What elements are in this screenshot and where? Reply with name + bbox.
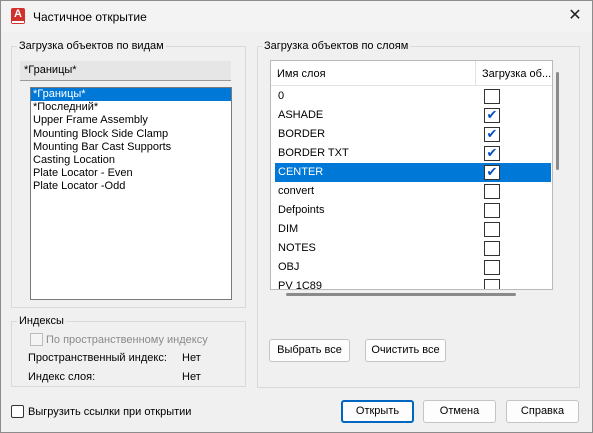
select-all-button[interactable]: Выбрать все xyxy=(269,339,350,362)
layer-name: NOTES xyxy=(278,242,316,254)
layer-name: Defpoints xyxy=(278,204,325,216)
layers-table-header: Имя слоя Загрузка об... xyxy=(271,61,552,86)
layer-load-checkbox[interactable]: ✔ xyxy=(484,108,500,123)
layer-name: BORDER TXT xyxy=(278,147,349,159)
layer-load-checkbox[interactable] xyxy=(484,184,500,199)
layer-load-checkbox[interactable] xyxy=(484,89,500,104)
spatial-index-label: Пространственный индекс: xyxy=(28,352,167,364)
layers-group-title: Загрузка объектов по слоям xyxy=(262,40,411,52)
views-list-item[interactable]: Plate Locator -Odd xyxy=(31,180,231,193)
layer-name: CENTER xyxy=(278,166,324,178)
layer-row[interactable]: OBJ xyxy=(275,258,551,277)
layer-row[interactable]: NOTES xyxy=(275,239,551,258)
indexes-group-title: Индексы xyxy=(17,315,66,327)
layer-name: OBJ xyxy=(278,261,300,273)
layer-load-checkbox[interactable] xyxy=(484,260,500,275)
autocad-app-icon: A xyxy=(11,8,25,24)
layer-row[interactable]: PV 1C89 xyxy=(275,277,551,290)
layer-load-checkbox[interactable]: ✔ xyxy=(484,127,500,142)
layer-load-checkbox[interactable] xyxy=(484,222,500,237)
layer-name: convert xyxy=(278,185,315,197)
window-title: Частичное открытие xyxy=(33,10,147,24)
open-button[interactable]: Открыть xyxy=(341,400,414,423)
layer-load-checkbox[interactable] xyxy=(484,203,500,218)
layer-row[interactable]: 0 xyxy=(275,87,551,106)
column-header-load[interactable]: Загрузка об... xyxy=(482,68,551,80)
views-list-item[interactable]: Casting Location xyxy=(31,154,231,167)
help-button[interactable]: Справка xyxy=(506,400,579,423)
partial-open-dialog: A Частичное открытие ✕ Загрузка объектов… xyxy=(0,0,593,433)
views-list-item[interactable]: Upper Frame Assembly xyxy=(31,114,231,127)
views-list-item[interactable]: *Границы* xyxy=(31,88,231,102)
spatial-index-checkbox[interactable] xyxy=(30,333,43,346)
layer-row[interactable]: ASHADE ✔ xyxy=(275,106,551,125)
column-header-layer-name[interactable]: Имя слоя xyxy=(277,68,326,80)
layer-name: BORDER xyxy=(278,128,326,140)
spatial-index-value: Нет xyxy=(182,352,201,364)
views-list[interactable]: *Границы* *Последний* Upper Frame Assembly… xyxy=(30,87,232,300)
layer-index-value: Нет xyxy=(182,371,201,383)
layer-row[interactable]: DIM xyxy=(275,220,551,239)
title-bar: A Частичное открытие ✕ xyxy=(1,1,592,32)
layer-row[interactable]: Defpoints xyxy=(275,201,551,220)
layer-row[interactable]: BORDER ✔ xyxy=(275,125,551,144)
close-icon[interactable]: ✕ xyxy=(566,7,584,25)
layer-index-label: Индекс слоя: xyxy=(28,371,96,383)
column-divider[interactable] xyxy=(475,61,476,86)
layer-row[interactable]: CENTER ✔ xyxy=(275,163,551,182)
layer-name: 0 xyxy=(278,90,285,102)
views-list-item[interactable]: Mounting Bar Cast Supports xyxy=(31,141,231,154)
layer-name: DIM xyxy=(278,223,299,235)
views-group-title: Загрузка объектов по видам xyxy=(17,40,166,52)
layer-load-checkbox[interactable]: ✔ xyxy=(484,146,500,161)
unload-xrefs-checkbox[interactable] xyxy=(11,405,24,418)
layer-row[interactable]: BORDER TXT ✔ xyxy=(275,144,551,163)
layer-row[interactable]: convert xyxy=(275,182,551,201)
layers-table: Имя слоя Загрузка об... 0 ASHADE ✔ BORDER ✔ B… xyxy=(270,60,553,290)
layer-load-checkbox[interactable] xyxy=(484,241,500,256)
spatial-index-checkbox-label: По пространственному индексу xyxy=(46,334,208,346)
views-list-item[interactable]: Mounting Block Side Clamp xyxy=(31,128,231,141)
clear-all-button[interactable]: Очистить все xyxy=(365,339,446,362)
unload-xrefs-label: Выгрузить ссылки при открытии xyxy=(28,406,192,418)
views-list-item[interactable]: *Последний* xyxy=(31,101,231,114)
layers-vertical-scrollbar[interactable] xyxy=(556,72,559,170)
layer-name: PV 1C89 xyxy=(278,280,323,290)
layer-load-checkbox[interactable] xyxy=(484,279,500,289)
cancel-button[interactable]: Отмена xyxy=(423,400,496,423)
views-current-field[interactable]: *Границы* xyxy=(20,61,231,81)
layer-load-checkbox[interactable]: ✔ xyxy=(484,165,500,180)
layers-horizontal-scrollbar[interactable] xyxy=(286,293,516,296)
layer-name: ASHADE xyxy=(278,109,324,121)
views-list-item[interactable]: Plate Locator - Even xyxy=(31,167,231,180)
